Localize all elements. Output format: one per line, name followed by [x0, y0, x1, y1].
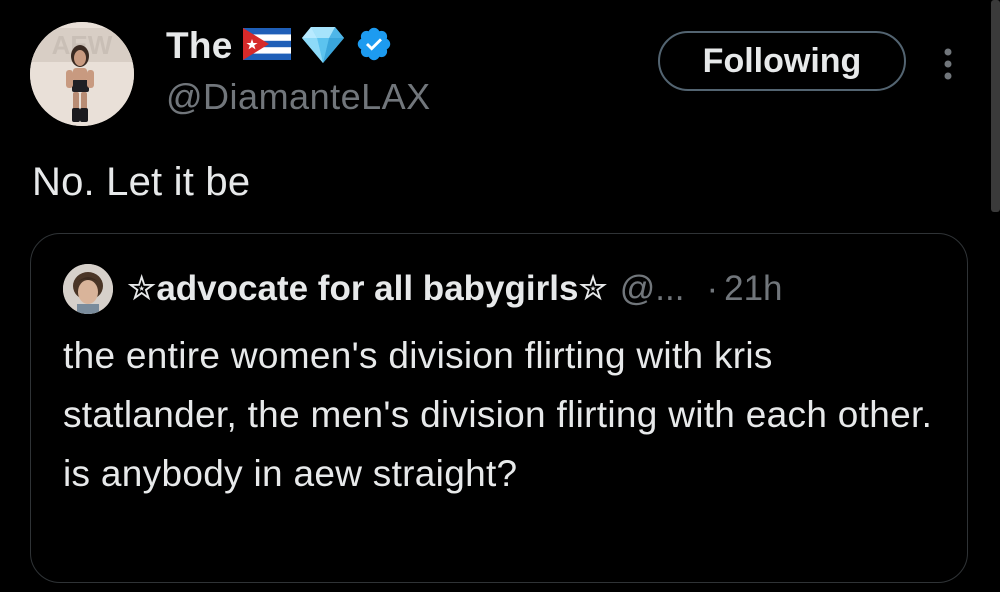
tweet-view: AEW The @DiamanteLAX Following No. Let i…: [0, 0, 1000, 592]
quoted-author-name[interactable]: ✮advocate for all babygirls✮: [127, 269, 608, 309]
quoted-tweet-time[interactable]: 21h: [724, 269, 782, 309]
dot-separator: ·: [706, 269, 719, 308]
author-name-row[interactable]: The: [166, 24, 393, 68]
quoted-avatar-image: [63, 264, 113, 314]
author-avatar-image: AEW: [30, 22, 134, 126]
author-display-name[interactable]: The: [166, 25, 233, 67]
tweet-text: No. Let it be: [32, 160, 251, 204]
quoted-author-handle[interactable]: @...: [620, 269, 685, 309]
scrollbar[interactable]: [991, 0, 1000, 212]
quoted-tweet-header: ✮advocate for all babygirls✮ @... · 21h: [127, 264, 783, 314]
author-handle[interactable]: @DiamanteLAX: [166, 76, 431, 118]
cuba-flag-icon: [242, 27, 291, 65]
gem-stone-icon: [301, 24, 345, 69]
quoted-tweet-text: the entire women's division flirting wit…: [63, 335, 933, 494]
verified-badge-icon[interactable]: [355, 25, 393, 68]
following-button[interactable]: Following: [658, 31, 906, 91]
more-options-icon[interactable]: [936, 44, 960, 84]
quoted-tweet-card[interactable]: ✮advocate for all babygirls✮ @... · 21h …: [30, 233, 968, 583]
author-avatar[interactable]: AEW: [30, 22, 134, 126]
quoted-author-avatar[interactable]: [63, 264, 113, 314]
